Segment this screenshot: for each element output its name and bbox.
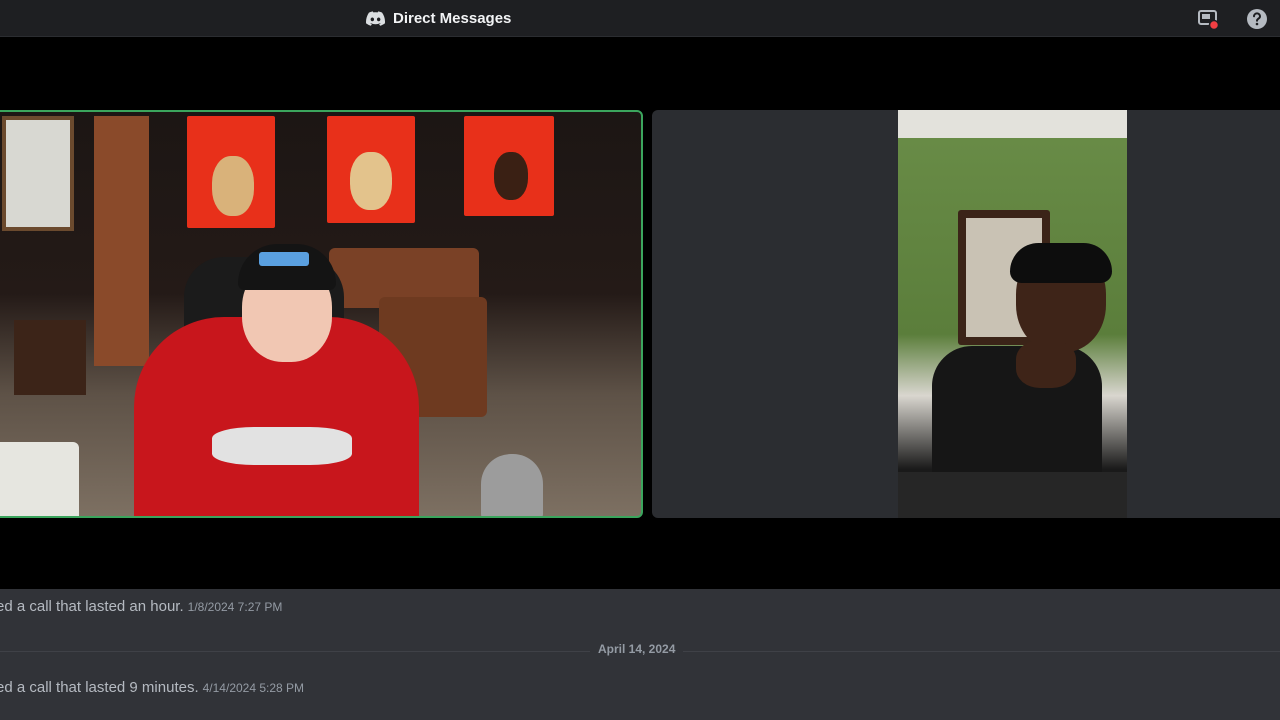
date-divider: April 14, 2024 xyxy=(590,642,684,656)
page-title: Direct Messages xyxy=(393,10,512,27)
discord-logo-icon xyxy=(366,11,385,26)
message-timestamp: 1/8/2024 7:27 PM xyxy=(187,600,283,614)
message-text: ed a call that lasted 9 minutes. xyxy=(0,679,199,696)
screen-share-icon[interactable] xyxy=(1197,8,1219,30)
title-bar: Direct Messages xyxy=(0,0,1280,37)
message-timestamp: 4/14/2024 5:28 PM xyxy=(202,681,305,695)
title-group: Direct Messages xyxy=(366,0,511,37)
help-icon[interactable] xyxy=(1246,8,1268,30)
video-tile-participant-1[interactable] xyxy=(0,110,643,518)
camera-feed xyxy=(898,110,1127,518)
message-text: ed a call that lasted an hour. xyxy=(0,598,184,615)
system-message-call: ed a call that lasted an hour. 1/8/2024 7… xyxy=(0,598,282,615)
camera-feed xyxy=(0,112,641,516)
voice-call-area xyxy=(0,37,1280,589)
system-message-call: ed a call that lasted 9 minutes. 4/14/202… xyxy=(0,679,304,696)
video-tile-participant-2[interactable] xyxy=(652,110,1280,518)
